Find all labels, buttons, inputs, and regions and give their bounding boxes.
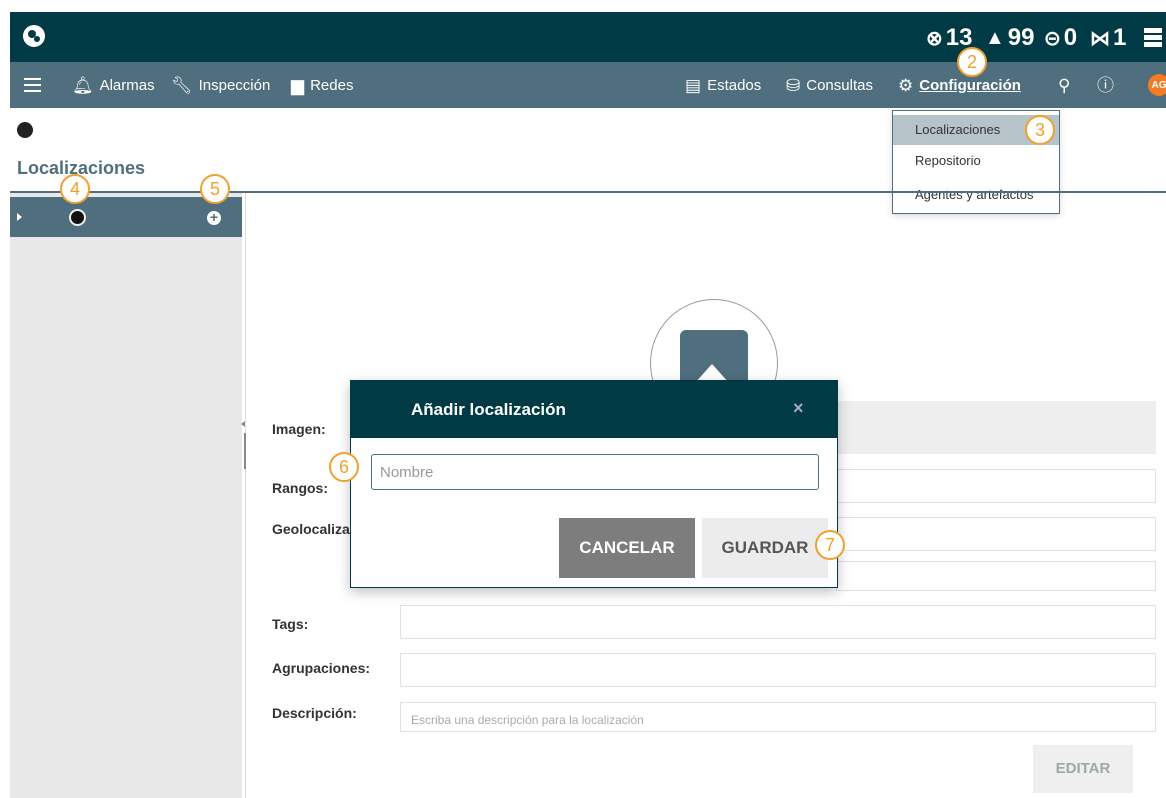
bell-icon: 🔔︎ bbox=[72, 75, 94, 95]
label-groups: Agrupaciones: bbox=[272, 660, 371, 676]
nav-consultas-label: Consultas bbox=[806, 76, 873, 94]
location-tree: + bbox=[10, 193, 242, 798]
wrench-icon: 🔧︎ bbox=[171, 75, 193, 95]
save-button[interactable]: GUARDAR bbox=[702, 518, 828, 578]
status-warnings[interactable]: ▲ 99 bbox=[985, 23, 1035, 53]
nav-configuracion-label: Configuración bbox=[919, 76, 1021, 94]
callout-7: 7 bbox=[815, 530, 845, 560]
nav-consultas[interactable]: ⛁ Consultas bbox=[786, 74, 873, 96]
label-tags: Tags: bbox=[272, 616, 309, 632]
label-image: Imagen: bbox=[272, 421, 326, 437]
server-icon[interactable] bbox=[1144, 28, 1162, 48]
tree-row-root[interactable]: + bbox=[10, 197, 242, 237]
nav-alarmas[interactable]: 🔔︎ Alarmas bbox=[72, 74, 155, 96]
nav-redes-label: Redes bbox=[310, 76, 354, 94]
unlink-count: 1 bbox=[1113, 24, 1127, 51]
add-location-dialog: Añadir localización × CANCELAR GUARDAR bbox=[350, 380, 838, 588]
ranges-field[interactable] bbox=[836, 469, 1156, 503]
callout-6: 6 bbox=[329, 452, 359, 482]
edit-button[interactable]: EDITAR bbox=[1033, 745, 1133, 793]
description-field[interactable]: Escriba una descripción para la localiza… bbox=[400, 702, 1156, 732]
nav-estados-label: Estados bbox=[707, 76, 762, 94]
label-geolocation: Geolocaliza bbox=[272, 521, 350, 537]
database-search-icon: ⛁ bbox=[786, 75, 801, 95]
close-icon[interactable]: × bbox=[793, 398, 804, 419]
top-bar: ⊗ 13 ▲ 99 ⊝ 0 ⋈ 1 bbox=[10, 12, 1166, 62]
link-icon: ⊝ bbox=[1044, 27, 1061, 50]
status-links[interactable]: ⊝ 0 bbox=[1044, 23, 1077, 53]
error-icon: ⊗ bbox=[926, 27, 943, 50]
callout-3: 3 bbox=[1025, 115, 1055, 145]
image-field bbox=[836, 401, 1156, 454]
menu-item-agentes[interactable]: Agentes y artefactos bbox=[893, 180, 1059, 210]
geolocation-field[interactable] bbox=[836, 517, 1156, 551]
unlink-icon: ⋈ bbox=[1090, 27, 1110, 50]
geolocation-field-2[interactable] bbox=[836, 561, 1156, 591]
dialog-title: Añadir localización bbox=[411, 400, 566, 419]
nav-redes[interactable]: ▆ Redes bbox=[291, 74, 353, 96]
panel-splitter[interactable] bbox=[244, 433, 246, 469]
description-placeholder: Escriba una descripción para la localiza… bbox=[411, 713, 644, 727]
nav-alarmas-label: Alarmas bbox=[99, 76, 155, 94]
gear-icon: ⚙ bbox=[898, 75, 914, 95]
menu-icon[interactable] bbox=[24, 78, 41, 92]
cancel-button[interactable]: CANCELAR bbox=[559, 518, 695, 578]
panel-divider bbox=[245, 193, 246, 798]
monitor-icon: ▆ bbox=[291, 75, 305, 95]
status-unlinked[interactable]: ⋈ 1 bbox=[1090, 23, 1126, 53]
add-location-button[interactable]: + bbox=[207, 210, 221, 225]
warning-icon: ▲ bbox=[985, 26, 1005, 49]
nav-estados[interactable]: ▤ Estados bbox=[685, 74, 761, 96]
callout-5: 5 bbox=[200, 174, 230, 204]
globe-icon bbox=[17, 122, 33, 138]
nav-inspeccion-label: Inspección bbox=[198, 76, 271, 94]
collapse-arrow-icon[interactable] bbox=[241, 421, 245, 427]
warning-count: 99 bbox=[1007, 24, 1035, 51]
globe-icon bbox=[69, 209, 86, 226]
help-icon[interactable]: ⓘ bbox=[1097, 74, 1114, 96]
menu-item-repositorio[interactable]: Repositorio bbox=[893, 146, 1059, 176]
label-description: Descripción: bbox=[272, 705, 357, 721]
app-logo-icon[interactable] bbox=[23, 25, 45, 47]
user-avatar[interactable]: AG bbox=[1148, 74, 1166, 96]
link-count: 0 bbox=[1063, 24, 1078, 51]
callout-2: 2 bbox=[957, 47, 987, 77]
search-icon[interactable]: ⚲ bbox=[1058, 74, 1070, 96]
name-input[interactable] bbox=[371, 454, 819, 490]
app-root: ⊗ 13 ▲ 99 ⊝ 0 ⋈ 1 🔔︎ Alarmas 🔧︎ Inspecci… bbox=[0, 0, 1166, 798]
nav-bar: 🔔︎ Alarmas 🔧︎ Inspección ▆ Redes ▤ Estad… bbox=[10, 62, 1166, 108]
nav-configuracion[interactable]: ⚙ Configuración bbox=[898, 74, 1021, 96]
groups-field[interactable] bbox=[400, 653, 1156, 687]
dashboard-icon: ▤ bbox=[685, 75, 702, 95]
expand-arrow-icon[interactable] bbox=[17, 213, 22, 221]
callout-4: 4 bbox=[60, 174, 90, 204]
dialog-header: Añadir localización × bbox=[351, 381, 837, 438]
tags-field[interactable] bbox=[400, 605, 1156, 639]
label-ranges: Rangos: bbox=[272, 480, 328, 496]
nav-inspeccion[interactable]: 🔧︎ Inspección bbox=[171, 74, 270, 96]
